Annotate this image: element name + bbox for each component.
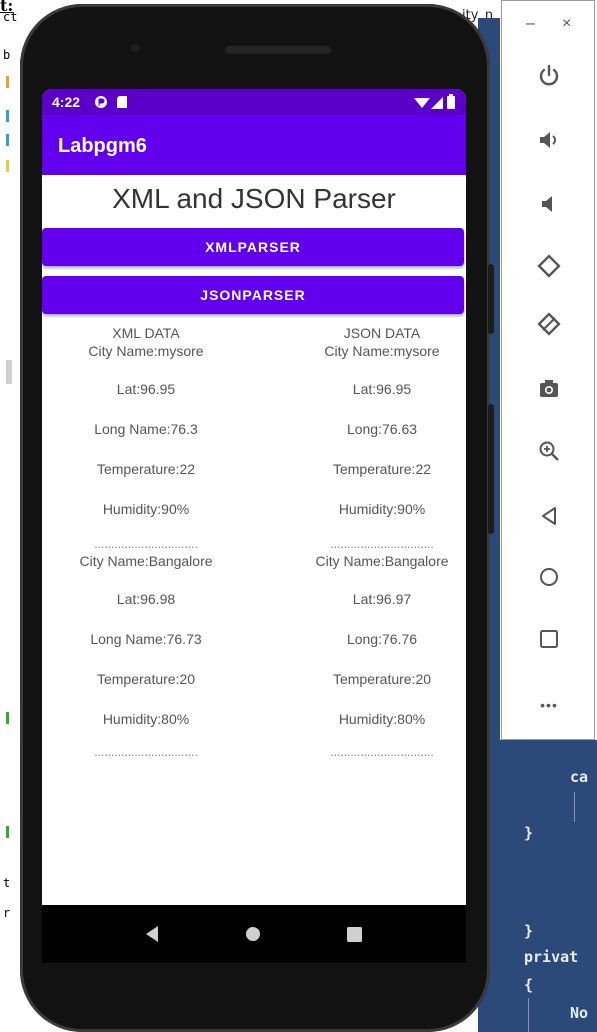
json-lat-2: Lat:96.97 [352, 591, 412, 607]
phone-volume-button[interactable] [488, 404, 494, 534]
json-long-2: Long:76.76 [346, 631, 418, 647]
ide-code-fragment: r [3, 906, 11, 920]
volume-up-icon[interactable] [502, 120, 596, 160]
xml-parser-button[interactable]: XMLPARSER [42, 228, 464, 266]
ide-gutter-mark [6, 134, 9, 146]
ide-gutter-mark [6, 76, 9, 88]
app-bar: Labpgm6 [42, 115, 466, 175]
json-separator-2: ............................... [330, 745, 434, 759]
xml-separator-2: ............................... [94, 745, 198, 759]
app-title: Labpgm6 [58, 135, 147, 157]
ide-gutter-mark [6, 360, 12, 384]
home-icon[interactable] [502, 557, 596, 597]
zoom-icon[interactable] [502, 431, 596, 471]
xml-long-2: Long Name:76.73 [90, 631, 202, 647]
json-temperature-2: Temperature:20 [332, 671, 432, 687]
xml-temperature-1: Temperature:22 [96, 461, 196, 477]
sd-card-icon [116, 95, 128, 114]
xml-data-header: XML DATA [112, 325, 180, 341]
nav-home-icon[interactable] [233, 905, 273, 963]
emulator-toolbar: – × ••• [501, 0, 595, 740]
code-line: privat [524, 948, 579, 966]
camera-icon[interactable] [502, 369, 596, 409]
signal-icon [431, 96, 443, 114]
ide-underlined-heading: t: [0, 0, 14, 15]
ide-code-fragment: t [3, 876, 11, 890]
xml-city-2: City Name:Bangalore [79, 553, 213, 569]
json-temperature-1: Temperature:22 [332, 461, 432, 477]
code-line: ca [570, 768, 589, 786]
page-heading: XML and JSON Parser [112, 183, 396, 214]
xml-city-1: City Name:mysore [88, 343, 204, 359]
code-indent-guide [574, 792, 575, 822]
front-camera [129, 42, 141, 54]
xml-humidity-1: Humidity:90% [102, 501, 190, 517]
code-indent-guide [528, 998, 529, 1032]
status-time: 4:22 [52, 94, 81, 110]
json-data-header: JSON DATA [343, 325, 421, 341]
ide-gutter-mark [6, 826, 9, 838]
json-parser-button[interactable]: JSONPARSER [42, 276, 464, 314]
code-line: } [524, 824, 534, 842]
json-lat-1: Lat:96.95 [352, 381, 412, 397]
ide-gutter-mark [6, 712, 9, 724]
json-city-2: City Name:Bangalore [315, 553, 449, 569]
rotate-left-icon[interactable] [502, 246, 596, 286]
json-long-1: Long:76.63 [346, 421, 418, 437]
xml-temperature-2: Temperature:20 [96, 671, 196, 687]
android-nav-bar [42, 905, 466, 963]
app-notification-icon [94, 95, 108, 114]
json-humidity-1: Humidity:90% [338, 501, 426, 517]
battery-icon [447, 94, 455, 114]
json-city-1: City Name:mysore [324, 343, 440, 359]
status-bar: 4:22 [42, 89, 466, 115]
phone-side-button[interactable] [488, 264, 494, 334]
xml-lat-1: Lat:96.95 [116, 381, 176, 397]
more-icon[interactable]: ••• [502, 685, 596, 725]
code-editor-panel: ca } } privat { No [478, 740, 597, 1032]
ide-code-fragment: b [3, 48, 11, 62]
xml-humidity-2: Humidity:80% [102, 711, 190, 727]
volume-down-icon[interactable] [502, 184, 596, 224]
phone-frame: 4:22 Labpgm6 XML and JSON Parser XMLPARS… [20, 4, 494, 1032]
json-separator-1: ............................... [330, 537, 434, 551]
minimize-button[interactable]: – [526, 15, 535, 33]
earpiece-speaker [224, 44, 332, 54]
code-line: No [570, 1004, 589, 1022]
close-button[interactable]: × [562, 15, 571, 33]
ide-gutter-mark [6, 110, 9, 122]
overview-icon[interactable] [502, 619, 596, 659]
xml-long-1: Long Name:76.3 [94, 421, 198, 437]
back-icon[interactable] [502, 496, 596, 536]
xml-separator-1: ............................... [94, 537, 198, 551]
power-icon[interactable] [502, 56, 596, 96]
code-line: } [524, 922, 534, 940]
nav-back-icon[interactable] [132, 905, 172, 963]
xml-lat-2: Lat:96.98 [116, 591, 176, 607]
wifi-icon [414, 96, 430, 114]
json-humidity-2: Humidity:80% [338, 711, 426, 727]
code-line: { [524, 976, 534, 994]
ide-gutter-mark [6, 160, 9, 172]
rotate-right-icon[interactable] [502, 304, 596, 344]
phone-screen: 4:22 Labpgm6 XML and JSON Parser XMLPARS… [42, 89, 466, 905]
nav-overview-icon[interactable] [334, 905, 374, 963]
